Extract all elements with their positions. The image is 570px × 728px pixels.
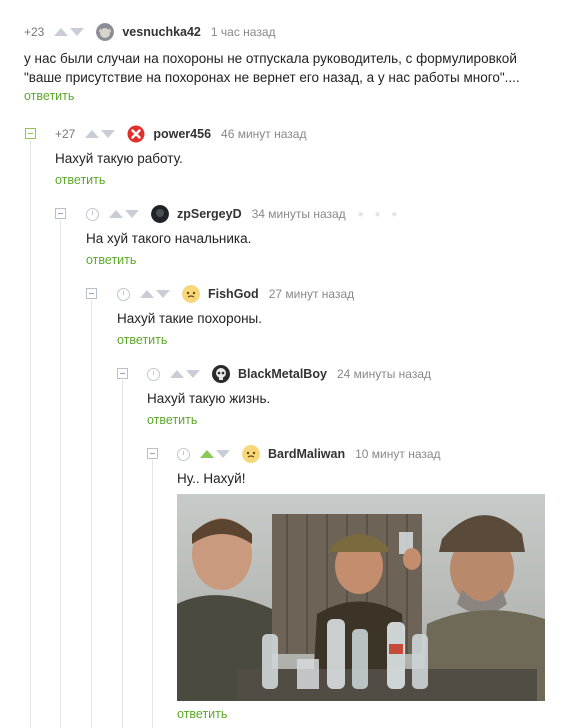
comment: +23 vesnuchka42 1 час назад у нас были с… <box>24 22 564 105</box>
comment-username[interactable]: vesnuchka42 <box>122 25 201 39</box>
collapse-toggle[interactable] <box>147 448 158 459</box>
clock-icon <box>177 447 190 461</box>
comment-text: Нахуй такую жизнь. <box>147 391 271 406</box>
yellow-face-avatar-icon[interactable] <box>242 445 260 463</box>
thread-line <box>122 380 123 728</box>
clock-icon <box>117 287 130 301</box>
upvote-icon[interactable] <box>109 210 123 218</box>
comment-text: На хуй такого начальника. <box>86 231 252 246</box>
reply-link[interactable]: ответить <box>86 253 136 267</box>
comment-time[interactable]: 27 минут назад <box>269 287 354 301</box>
downvote-icon[interactable] <box>216 450 230 458</box>
vote-controls <box>200 450 230 458</box>
clock-icon <box>86 207 99 221</box>
collapse-toggle[interactable] <box>25 128 36 139</box>
comment-header: BlackMetalBoy 24 минуты назад <box>147 364 557 384</box>
thread-line <box>152 460 153 728</box>
comment-header: FishGod 27 минут назад <box>117 284 557 304</box>
upvote-icon[interactable] <box>54 28 69 36</box>
comment-text: Ну.. Нахуй! <box>177 471 246 486</box>
comment-header: +27 power456 46 минут назад <box>55 124 555 144</box>
downvote-icon[interactable] <box>125 210 139 218</box>
comment-header: +23 vesnuchka42 1 час назад <box>24 22 564 42</box>
comment: FishGod 27 минут назад Нахуй такие похор… <box>117 284 557 349</box>
collapse-toggle[interactable] <box>86 288 97 299</box>
comment-actions-icon[interactable]: ● ● ● <box>358 209 402 220</box>
comment: +27 power456 46 минут назад Нахуй такую … <box>55 124 555 189</box>
skull-avatar-icon[interactable] <box>212 365 230 383</box>
reply-link[interactable]: ответить <box>117 333 167 347</box>
comment-rating: +27 <box>55 127 76 141</box>
downvote-icon[interactable] <box>101 130 116 138</box>
downvote-icon[interactable] <box>70 28 85 36</box>
red-x-avatar-icon[interactable] <box>127 125 145 143</box>
upvote-icon[interactable] <box>140 290 154 298</box>
comment-username[interactable]: BardMaliwan <box>268 447 345 461</box>
downvote-icon[interactable] <box>186 370 200 378</box>
vote-controls <box>170 370 200 378</box>
collapse-toggle[interactable] <box>55 208 66 219</box>
comment-username[interactable]: FishGod <box>208 287 259 301</box>
comment-time[interactable]: 46 минут назад <box>221 127 306 141</box>
reply-link[interactable]: ответить <box>24 89 74 103</box>
comment-text: у нас были случаи на похороны не отпуска… <box>24 51 520 85</box>
comment: BardMaliwan 10 минут назад Ну.. Нахуй! о… <box>177 444 557 723</box>
comment-time[interactable]: 34 минуты назад <box>252 207 346 221</box>
vote-controls <box>109 210 139 218</box>
clock-icon <box>147 367 160 381</box>
comment: BlackMetalBoy 24 минуты назад Нахуй таку… <box>147 364 557 429</box>
comment-username[interactable]: zpSergeyD <box>177 207 242 221</box>
upvote-icon[interactable] <box>170 370 184 378</box>
upvote-icon[interactable] <box>200 450 214 458</box>
reply-link[interactable]: ответить <box>177 707 227 721</box>
thread-line <box>30 140 31 728</box>
comment-text: Нахуй такие похороны. <box>117 311 262 326</box>
vote-controls <box>54 28 85 36</box>
comment-rating: +23 <box>24 25 45 39</box>
comment-time[interactable]: 1 час назад <box>211 25 276 39</box>
thread-line <box>60 220 61 728</box>
cat-avatar-icon[interactable] <box>96 23 115 41</box>
comment-username[interactable]: BlackMetalBoy <box>238 367 327 381</box>
comment-header: zpSergeyD 34 минуты назад ● ● ● <box>86 204 556 224</box>
upvote-icon[interactable] <box>85 130 100 138</box>
comment: zpSergeyD 34 минуты назад ● ● ● На хуй т… <box>86 204 556 269</box>
downvote-icon[interactable] <box>156 290 170 298</box>
reply-link[interactable]: ответить <box>147 413 197 427</box>
comment-time[interactable]: 10 минут назад <box>355 447 440 461</box>
comment-username[interactable]: power456 <box>153 127 211 141</box>
vote-controls <box>85 130 116 138</box>
dark-avatar-icon[interactable] <box>151 205 169 223</box>
collapse-toggle[interactable] <box>117 368 128 379</box>
comment-time[interactable]: 24 минуты назад <box>337 367 431 381</box>
movie-still-image[interactable] <box>177 494 545 701</box>
thread-line <box>91 300 92 728</box>
yellow-face-avatar-icon[interactable] <box>182 285 200 303</box>
comment-text: Нахуй такую работу. <box>55 151 183 166</box>
comment-header: BardMaliwan 10 минут назад <box>177 444 557 464</box>
vote-controls <box>140 290 170 298</box>
reply-link[interactable]: ответить <box>55 173 105 187</box>
